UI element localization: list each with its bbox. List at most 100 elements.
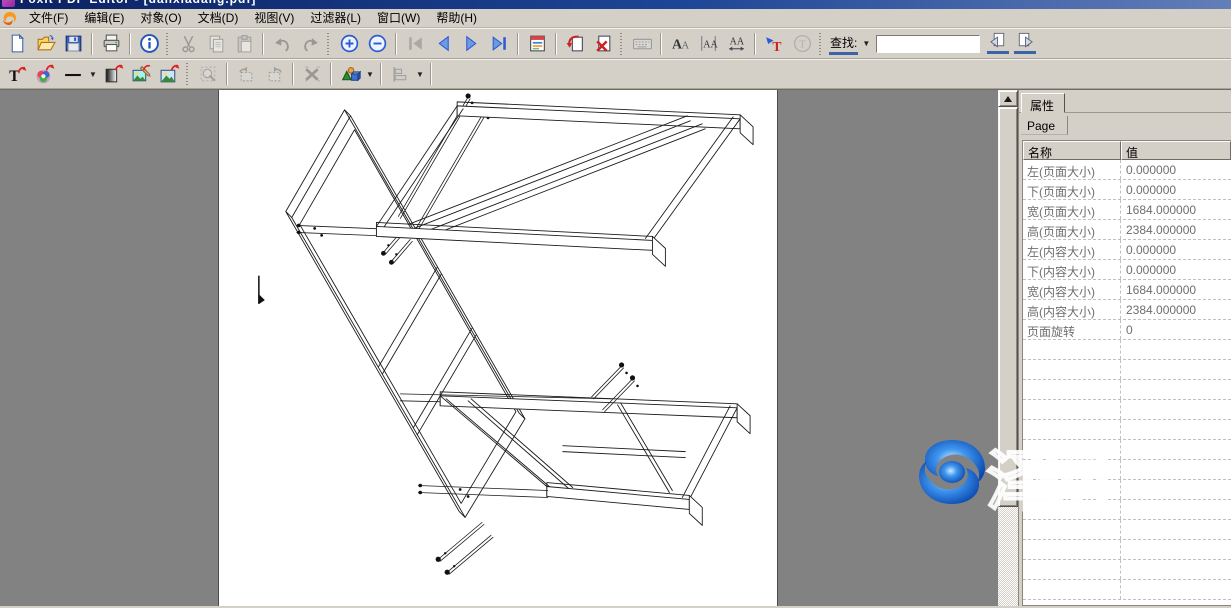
find-next-button[interactable] [1011,31,1038,57]
insert-shape-button[interactable] [336,61,364,87]
menu-help[interactable]: 帮助(H) [428,8,485,28]
page-layout-button[interactable] [523,31,551,57]
document-menu-icon[interactable] [2,11,17,26]
menu-edit[interactable]: 编辑(E) [76,8,132,28]
font-kerning-button[interactable]: AA [694,31,722,57]
zoom-in-button[interactable] [335,31,363,57]
insert-shape-dropdown[interactable]: ▼ [364,61,376,87]
panel-tab-properties[interactable]: 属性 [1021,93,1065,113]
property-value[interactable]: 2384.000000 [1121,220,1231,239]
touchup-object-button[interactable] [194,61,222,87]
new-document-button[interactable] [3,31,31,57]
toolbar-gripper[interactable] [185,63,190,85]
properties-table: 名称 值 左(页面大小)0.000000下(页面大小)0.000000宽(页面大… [1022,140,1231,606]
add-color-button[interactable] [31,61,59,87]
open-icon [35,33,56,54]
property-row: 页面旋转0 [1023,320,1231,340]
menu-object[interactable]: 对象(O) [132,8,189,28]
virtual-keyboard-button[interactable] [628,31,656,57]
property-value[interactable]: 0.000000 [1121,240,1231,259]
property-row-empty [1023,440,1231,460]
toolbar-gripper[interactable] [326,33,331,55]
save-button[interactable] [59,31,87,57]
add-text-button[interactable]: T [760,31,788,57]
property-value[interactable]: 0.000000 [1121,160,1231,179]
align-objects-button[interactable] [386,61,414,87]
property-value [1121,560,1231,579]
font-embed-button[interactable]: AA [666,31,694,57]
add-text-object-button[interactable]: T [3,61,31,87]
rotate-left-button[interactable] [232,61,260,87]
previous-page-button[interactable] [429,31,457,57]
paste-button[interactable] [230,31,258,57]
find-options-dropdown[interactable]: ▼ [860,31,872,57]
print-icon [101,33,122,54]
save-icon [63,33,84,54]
copy-button[interactable] [202,31,230,57]
column-header-name[interactable]: 名称 [1023,141,1121,160]
delete-page-icon [593,33,614,54]
delete-object-icon [302,64,323,85]
line-style-button[interactable] [59,61,87,87]
property-row-empty [1023,460,1231,480]
line-icon [63,64,84,85]
next-page-button[interactable] [457,31,485,57]
first-page-button[interactable] [401,31,429,57]
find-previous-icon [988,31,1008,50]
property-value [1121,460,1231,479]
menu-filter[interactable]: 过滤器(L) [302,8,369,28]
open-button[interactable] [31,31,59,57]
redo-button[interactable] [296,31,324,57]
find-previous-button[interactable] [984,31,1011,57]
menu-document[interactable]: 文档(D) [190,8,247,28]
rotate-right-button[interactable] [260,61,288,87]
align-objects-dropdown[interactable]: ▼ [414,61,426,87]
text-circle-button[interactable]: T [788,31,816,57]
vertical-scrollbar[interactable] [998,90,1018,606]
scrollbar-thumb[interactable] [998,107,1018,507]
edit-image-button[interactable] [127,61,155,87]
zoom-out-icon [367,33,388,54]
property-value[interactable]: 0.000000 [1121,180,1231,199]
property-row-empty [1023,480,1231,500]
property-value [1121,380,1231,399]
property-value [1121,480,1231,499]
find-next-icon [1015,31,1035,50]
line-style-dropdown[interactable]: ▼ [87,61,99,87]
delete-page-button[interactable] [589,31,617,57]
menu-window[interactable]: 窗口(W) [369,8,428,28]
print-button[interactable] [97,31,125,57]
font-spacing-button[interactable]: AA [722,31,750,57]
toolbar-gripper[interactable] [619,33,624,55]
delete-object-button[interactable] [298,61,326,87]
find-input[interactable] [876,35,980,53]
cut-button[interactable] [174,31,202,57]
property-value[interactable]: 1684.000000 [1121,200,1231,219]
property-name [1023,440,1121,459]
pdf-page[interactable] [218,90,778,606]
property-value[interactable]: 1684.000000 [1121,280,1231,299]
add-text-object-icon: T [7,64,28,85]
add-image-button[interactable] [155,61,183,87]
scroll-up-button[interactable] [998,90,1018,107]
column-header-value[interactable]: 值 [1121,141,1231,160]
zoom-out-button[interactable] [363,31,391,57]
menu-file[interactable]: 文件(F) [21,8,76,28]
undo-button[interactable] [268,31,296,57]
menu-view[interactable]: 视图(V) [246,8,302,28]
document-info-button[interactable] [135,31,163,57]
insert-page-button[interactable] [561,31,589,57]
text-cursor [259,276,265,304]
property-value[interactable]: 2384.000000 [1121,300,1231,319]
toolbar-gripper[interactable] [818,33,823,55]
property-value[interactable]: 0.000000 [1121,260,1231,279]
document-canvas[interactable] [0,90,998,606]
property-name: 下(页面大小) [1023,180,1121,199]
property-value [1121,340,1231,359]
toolbar-gripper[interactable] [165,33,170,55]
find-next-underline [1014,51,1036,54]
add-shading-button[interactable] [99,61,127,87]
property-value[interactable]: 0 [1121,320,1231,339]
last-page-button[interactable] [485,31,513,57]
panel-tab-page[interactable]: Page [1021,116,1068,135]
